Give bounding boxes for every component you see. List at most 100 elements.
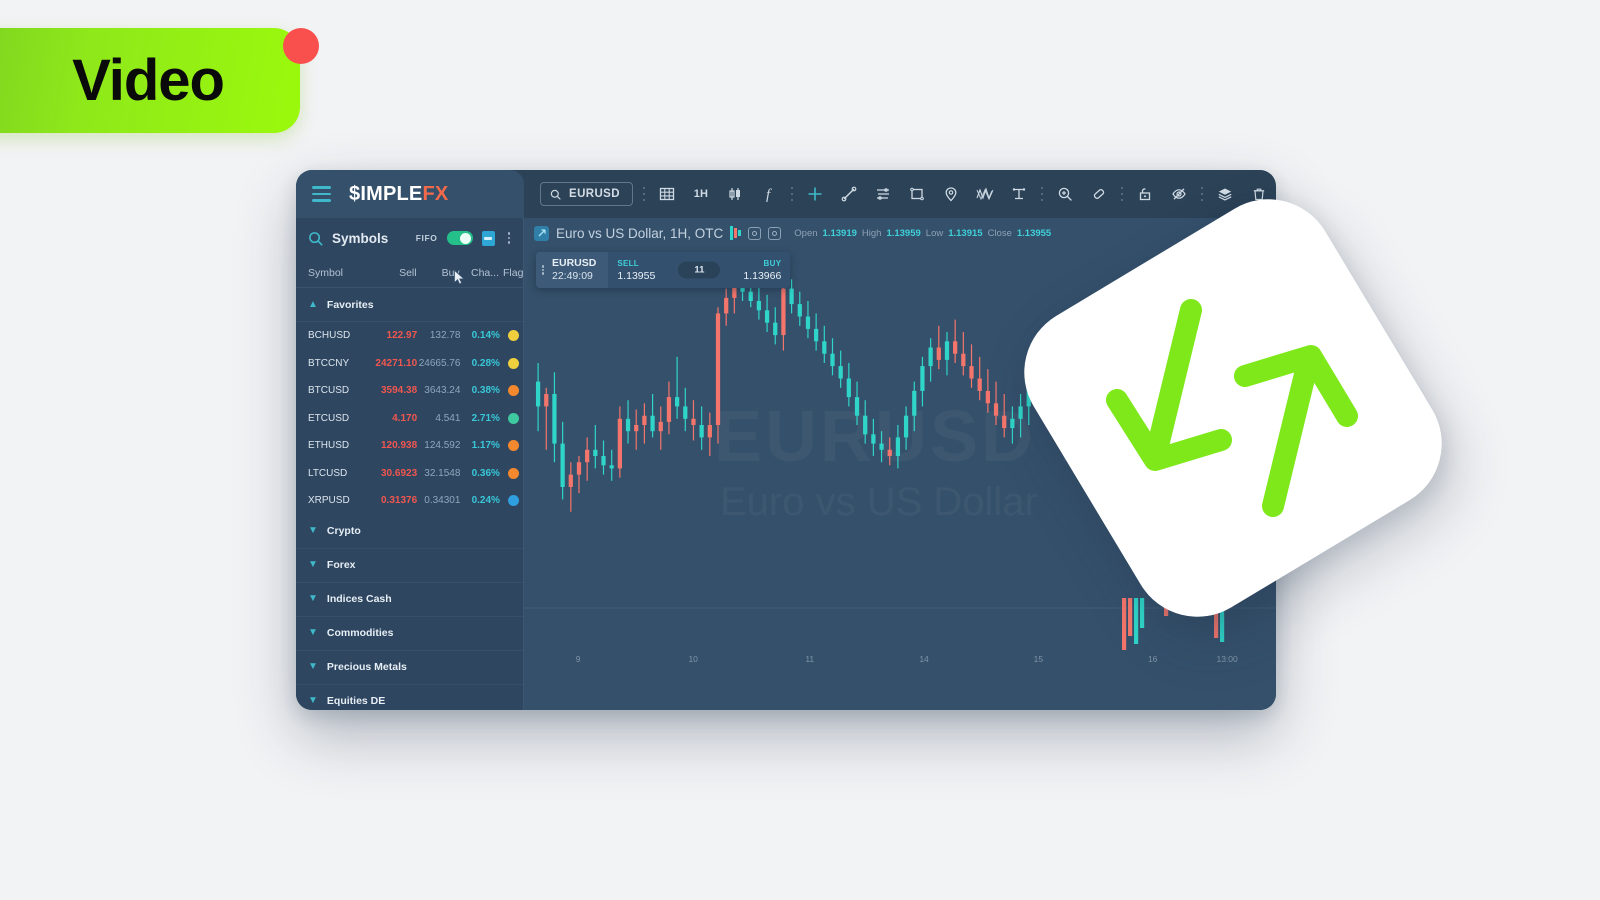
trade-ticket-symbol: EURUSD <box>552 257 597 269</box>
group-label: Indices Cash <box>326 593 392 605</box>
fibonacci-icon[interactable] <box>871 182 895 206</box>
brand-logo[interactable]: $IMPLEFX <box>349 183 448 206</box>
search-icon <box>550 189 561 200</box>
symbol-change: 0.28% <box>471 357 500 369</box>
candlestick-type-icon[interactable] <box>723 182 747 206</box>
hamburger-icon[interactable] <box>312 186 331 202</box>
mouse-cursor-icon <box>454 270 465 285</box>
sidebar-group-precious-metals[interactable]: ▼ Precious Metals <box>296 651 523 685</box>
sidebar-group-commodities[interactable]: ▼ Commodities <box>296 617 523 651</box>
symbol-sell: 24271.10 <box>375 357 418 369</box>
search-icon[interactable] <box>308 231 323 246</box>
x-axis-tick: 14 <box>919 654 929 664</box>
symbol-row[interactable]: BTCUSD 3594.38 3643.24 0.38% <box>296 377 523 405</box>
buy-button[interactable]: BUY 1.13966 <box>734 258 790 283</box>
x-axis-tick: 15 <box>1033 654 1044 664</box>
symbol-row[interactable]: ETHUSD 120.938 124.592 1.17% <box>296 432 523 460</box>
symbol-change: 2.71% <box>471 412 500 424</box>
zoom-in-icon[interactable] <box>1053 182 1077 206</box>
hide-drawings-icon[interactable] <box>1167 182 1191 206</box>
measure-icon[interactable] <box>1007 182 1031 206</box>
sell-label: SELL <box>617 258 639 268</box>
symbol-buy: 0.34301 <box>424 495 461 507</box>
sidebar-group-crypto[interactable]: ▼ Crypto <box>296 515 523 549</box>
buy-label: BUY <box>763 258 782 268</box>
trendline-icon[interactable] <box>837 182 861 206</box>
trade-ticket-symbol-block: EURUSD 22:49:09 <box>550 252 609 288</box>
symbol-sell: 3594.38 <box>380 385 418 397</box>
ohlc-low-value: 1.13915 <box>948 227 983 239</box>
symbol-sell: 4.170 <box>392 412 418 424</box>
symbol-row[interactable]: XRPUSD 0.31376 0.34301 0.24% <box>296 487 523 515</box>
topbar-brand-area: $IMPLEFX <box>296 170 524 218</box>
symbol-rows-container: BCHUSD 122.97 132.78 0.14% BTCCNY 24271.10 246… <box>296 322 523 515</box>
sidebar-group-favorites[interactable]: ▲ Favorites <box>296 288 523 322</box>
trade-ticket-time: 22:49:09 <box>552 270 593 282</box>
chart-toolbar: EURUSD 1H f <box>524 170 1276 218</box>
group-label: Equities DE <box>326 695 386 707</box>
sidebar-group-forex[interactable]: ▼ Forex <box>296 549 523 583</box>
chart-settings-icon[interactable] <box>748 226 762 240</box>
toolbar-separator <box>642 187 645 201</box>
lock-icon[interactable] <box>1133 182 1157 206</box>
sidebar-group-indices-cash[interactable]: ▼ Indices Cash <box>296 583 523 617</box>
symbol-buy: 32.1548 <box>424 467 461 479</box>
trade-ticket-menu-icon[interactable] <box>536 252 550 288</box>
symbol-change: 0.38% <box>471 385 500 397</box>
toolbar-separator <box>1120 187 1123 201</box>
symbol-row[interactable]: LTCUSD 30.6923 32.1548 0.36% <box>296 460 523 488</box>
symbol-search-value: EURUSD <box>569 188 620 200</box>
fifo-label: FIFO <box>415 233 438 243</box>
grid-layout-icon[interactable] <box>655 182 679 206</box>
pin-marker-icon[interactable] <box>939 182 963 206</box>
kebab-menu-icon[interactable] <box>504 230 515 246</box>
chart-symbol-icon[interactable] <box>534 225 549 241</box>
x-axis-tick: 10 <box>688 654 698 664</box>
ohlc-close-value: 1.13955 <box>1016 227 1052 239</box>
toolbar-separator <box>1200 187 1203 201</box>
fifo-toggle[interactable] <box>446 231 473 245</box>
mini-candle-preview <box>730 225 742 241</box>
layers-icon[interactable] <box>1213 182 1237 206</box>
elliott-wave-icon[interactable] <box>973 182 997 206</box>
indicators-function-icon[interactable]: f <box>757 182 781 206</box>
chevron-down-icon: ▼ <box>308 593 318 604</box>
symbol-row[interactable]: ETCUSD 4.170 4.541 2.71% <box>296 405 523 433</box>
eraser-icon[interactable] <box>1087 182 1111 206</box>
crosshair-icon[interactable] <box>803 182 827 206</box>
chevron-down-icon: ▼ <box>308 627 318 638</box>
symbol-groups-container: ▼ Crypto ▼ Forex ▼ Indices Cash ▼ Commodities ▼ P… <box>296 515 523 711</box>
symbol-buy: 4.541 <box>435 412 461 424</box>
symbol-row[interactable]: BCHUSD 122.97 132.78 0.14% <box>296 322 523 350</box>
symbol-name: BTCCNY <box>308 357 350 369</box>
symbol-flag-icon <box>500 495 519 507</box>
trade-ticket[interactable]: EURUSD 22:49:09 SELL 1.13955 11 BUY 1.13… <box>536 252 791 288</box>
symbol-row[interactable]: BTCCNY 24271.10 24665.76 0.28% <box>296 350 523 378</box>
symbol-search-button[interactable]: EURUSD <box>540 182 633 206</box>
calculator-icon[interactable] <box>481 230 495 246</box>
symbol-name: BTCUSD <box>308 385 350 397</box>
x-axis-tick: 9 <box>575 654 581 664</box>
sidebar-group-equities-de[interactable]: ▼ Equities DE <box>296 685 523 711</box>
chevron-down-icon: ▼ <box>308 559 318 570</box>
symbol-flag-icon <box>500 357 519 369</box>
ohlc-close-label: Close <box>987 227 1012 239</box>
column-header-symbol: Symbol <box>308 266 344 279</box>
trade-ticket-prices: SELL 1.13955 11 BUY 1.13966 <box>608 252 791 288</box>
symbol-change: 0.36% <box>471 467 500 479</box>
ohlc-open-label: Open <box>794 227 818 239</box>
sell-button[interactable]: SELL 1.13955 <box>608 258 664 283</box>
rectangle-icon[interactable] <box>905 182 929 206</box>
symbol-flag-icon <box>500 467 519 479</box>
timeframe-button[interactable]: 1H <box>689 182 713 206</box>
symbols-column-headers: Symbol Sell Buy Cha... Flag <box>296 258 523 288</box>
record-dot-icon <box>283 28 319 64</box>
symbol-name: LTCUSD <box>308 467 348 479</box>
chart-visibility-icon[interactable] <box>768 226 782 240</box>
symbol-buy: 3643.24 <box>424 385 461 397</box>
ohlc-high-label: High <box>861 227 882 239</box>
sidebar-header: Symbols FIFO <box>296 218 523 258</box>
chart-title: Euro vs US Dollar, 1H, OTC <box>556 225 724 241</box>
spread-badge: 11 <box>678 261 721 279</box>
symbol-name: ETCUSD <box>308 412 350 424</box>
